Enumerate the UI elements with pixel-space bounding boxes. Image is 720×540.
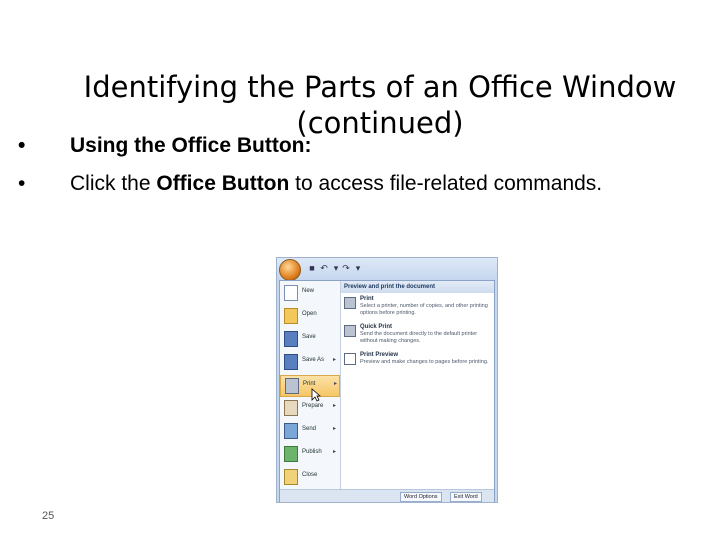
office-button[interactable] [279, 259, 301, 281]
menu-item-prepare[interactable]: Prepare ▸ [280, 398, 340, 420]
send-icon [284, 423, 298, 439]
menu-item-label: Open [302, 311, 317, 317]
office-window-screenshot: ■ ↶ ▾ ↷ ▾ New Open Save Save As ▸ Print … [276, 257, 498, 503]
mouse-pointer-icon [311, 388, 321, 402]
menu-item-send[interactable]: Send ▸ [280, 421, 340, 443]
submenu-option-print-preview[interactable]: Print Preview Preview and make changes t… [344, 351, 492, 377]
submenu-option-quick-print[interactable]: Quick Print Send the document directly t… [344, 323, 492, 349]
bullet-2-text: Click the Office Button to access file-r… [70, 172, 603, 195]
menu-item-save-as[interactable]: Save As ▸ [280, 352, 340, 374]
quick-print-icon [344, 325, 356, 337]
disk-icon [284, 331, 298, 347]
word-options-button[interactable]: Word Options [400, 492, 442, 502]
office-menu-commands: New Open Save Save As ▸ Print ▸ Prepare … [280, 281, 341, 489]
slide-number: 25 [42, 510, 55, 522]
menu-item-save[interactable]: Save [280, 329, 340, 351]
bullet-dot: • [18, 172, 26, 195]
menu-item-new[interactable]: New [280, 283, 340, 305]
print-preview-icon [344, 353, 356, 365]
exit-word-button[interactable]: Exit Word [450, 492, 482, 502]
option-description: Select a printer, number of copies, and … [360, 303, 488, 316]
option-description: Preview and make changes to pages before… [360, 359, 489, 365]
submenu-arrow-icon: ▸ [333, 449, 337, 455]
quick-access-toolbar: ■ ↶ ▾ ↷ ▾ [277, 258, 497, 281]
printer-icon [344, 297, 356, 309]
option-title: Quick Print [360, 324, 393, 330]
pen-icon [284, 400, 298, 416]
slide-title-line1: Identifying the Parts of an Office Windo… [83, 70, 677, 104]
bullet-dot: • [18, 134, 26, 157]
folder-icon [284, 308, 298, 324]
option-title: Print [360, 296, 374, 302]
redo-icon[interactable]: ↷ [341, 263, 351, 273]
option-title: Print Preview [360, 352, 399, 358]
submenu-arrow-icon: ▸ [333, 357, 337, 363]
submenu-option-print[interactable]: Print Select a printer, number of copies… [344, 295, 492, 321]
save-as-icon [284, 354, 298, 370]
submenu-heading: Preview and print the document [341, 281, 494, 293]
bullet-1-text: Using the Office Button: [70, 134, 312, 157]
menu-item-label: Send [302, 426, 317, 432]
print-submenu: Preview and print the document Print Sel… [341, 281, 494, 489]
menu-item-close[interactable]: Close [280, 467, 340, 489]
submenu-arrow-icon: ▸ [333, 403, 337, 409]
undo-icon[interactable]: ↶ [319, 263, 329, 273]
menu-item-label: Print [303, 381, 316, 387]
menu-item-label: Close [302, 472, 318, 478]
menu-item-open[interactable]: Open [280, 306, 340, 328]
printer-icon [285, 378, 299, 394]
menu-item-label: Prepare [302, 403, 324, 409]
menu-item-label: Publish [302, 449, 322, 455]
option-description: Send the document directly to the defaul… [360, 331, 478, 344]
menu-item-print[interactable]: Print ▸ [280, 375, 340, 397]
menu-item-label: Save [302, 334, 316, 340]
menu-item-label: New [302, 288, 315, 294]
submenu-arrow-icon: ▸ [334, 381, 338, 387]
new-document-icon [284, 285, 298, 301]
close-folder-icon [284, 469, 298, 485]
submenu-arrow-icon: ▸ [333, 426, 337, 432]
publish-icon [284, 446, 298, 462]
menu-item-publish[interactable]: Publish ▸ [280, 444, 340, 466]
menu-item-label: Save As [302, 357, 325, 363]
office-menu-footer: Word Options Exit Word [280, 489, 494, 502]
dropdown-icon[interactable]: ▾ [331, 263, 341, 273]
customize-qat-icon[interactable]: ▾ [353, 263, 363, 273]
save-icon[interactable]: ■ [307, 263, 317, 273]
